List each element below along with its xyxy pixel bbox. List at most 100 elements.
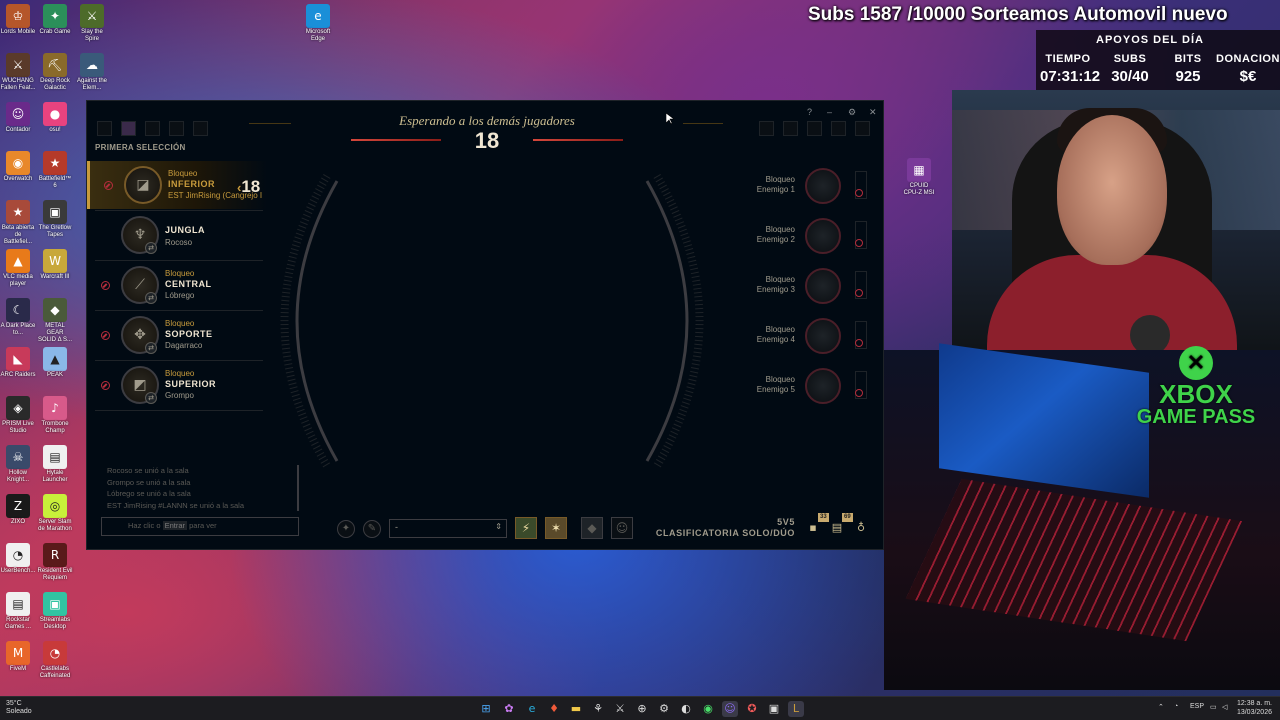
volume-icon[interactable]: ◁: [1222, 703, 1227, 711]
help-button[interactable]: ?: [807, 107, 812, 117]
desktop-icon[interactable]: e Microsoft Edge: [300, 4, 336, 43]
desktop-icon[interactable]: ▤ Hytale Launcher: [37, 445, 73, 484]
desktop-icon[interactable]: R Resident Evil Requiem: [37, 543, 73, 582]
ally-player-row[interactable]: ⟋ ⇄ Bloqueo CENTRAL Lóbrego: [87, 261, 267, 309]
desktop-icon[interactable]: W Warcraft III: [37, 249, 73, 281]
desktop-icon-cpuz[interactable]: ▦ CPUID CPU-Z MSI: [903, 158, 935, 197]
desktop-icon[interactable]: ☠ Hollow Knight...: [0, 445, 36, 484]
chrome-icon[interactable]: ◉: [700, 701, 716, 717]
summoner-spell-ghost-icon[interactable]: ⚡: [515, 517, 537, 539]
ally-player-row[interactable]: ♆ ⇄ JUNGLA Rocoso: [87, 211, 267, 259]
clock-time: 12:38 a. m.: [1236, 700, 1272, 707]
desktop-icon[interactable]: ◎ Server Slam de Marathon: [37, 494, 73, 533]
close-button[interactable]: ✕: [869, 107, 877, 118]
desktop-icon-label: Microsoft Edge: [305, 29, 331, 42]
settings-icon[interactable]: ⚙: [656, 701, 672, 717]
app-icon[interactable]: ◐: [678, 701, 694, 717]
discord-icon[interactable]: ☺: [722, 701, 738, 717]
brave-icon[interactable]: ♦: [546, 701, 562, 717]
microphone-icon[interactable]: ♁: [853, 520, 869, 536]
chat-scrollbar[interactable]: [297, 465, 299, 511]
webcam-feed: [952, 90, 1280, 350]
language-indicator[interactable]: ESP: [1190, 703, 1204, 710]
summoner-spell-flash-icon[interactable]: ✶: [545, 517, 567, 539]
chat-bubble-icon[interactable]: ▪: [805, 520, 821, 536]
stat-bits-header: BITS: [1174, 53, 1202, 65]
desktop-icon[interactable]: ▲ PEAK: [37, 347, 73, 379]
enemy-portrait: [805, 368, 841, 404]
desktop-icon[interactable]: ◈ PRISM Live Studio: [0, 396, 36, 435]
desktop-icon[interactable]: ♪ Trombone Champ: [37, 396, 73, 435]
ally-player-row[interactable]: ◩ ⇄ Bloqueo SUPERIOR Grompo: [87, 361, 267, 409]
desktop-icon[interactable]: ▣ The Gretlow Tapes: [37, 200, 73, 239]
desktop-icon[interactable]: ◣ ARC Raiders: [0, 347, 36, 379]
rune-page-select[interactable]: - ⇕: [389, 519, 507, 538]
app-icon: ●: [43, 102, 67, 126]
chat-input[interactable]: Haz clic o Entrar para ver: [101, 517, 299, 536]
stat-time: TIEMPO 07:31:12: [1040, 53, 1100, 85]
file-explorer-icon[interactable]: ▬: [568, 701, 584, 717]
desktop-icon[interactable]: ◆ METAL GEAR SOLID Δ S...: [37, 298, 73, 344]
enemy-player-row: Bloqueo Enemigo 1: [705, 161, 875, 209]
system-clock[interactable]: 12:38 a. m. 13/03/2026: [1237, 699, 1272, 717]
edge-icon[interactable]: e: [524, 701, 540, 717]
desktop-icon[interactable]: ⚔ WUCHANG Fallen Feat...: [0, 53, 36, 92]
minimize-button[interactable]: –: [827, 107, 832, 117]
tray-chevron-up-icon[interactable]: ⌃: [1158, 703, 1164, 711]
network-icon[interactable]: ▭: [1210, 703, 1217, 711]
app-icon[interactable]: ▣: [766, 701, 782, 717]
rune-page-icon[interactable]: ✦: [337, 520, 355, 538]
desktop-icon[interactable]: ▤ Rockstar Games ...: [0, 592, 36, 631]
desktop-icon-label: Crab Game: [39, 29, 71, 35]
app-icon[interactable]: ⊕: [634, 701, 650, 717]
role-glyph: ◩: [133, 377, 147, 393]
desktop-icon[interactable]: ▲ VLC media player: [0, 249, 36, 288]
desktop-icon[interactable]: ◉ Overwatch: [0, 151, 36, 183]
desktop-icon[interactable]: ▣ Streamlabs Desktop: [37, 592, 73, 631]
app-icon: W: [43, 249, 67, 273]
desktop-icon[interactable]: ✦ Crab Game: [37, 4, 73, 36]
riot-icon[interactable]: ✪: [744, 701, 760, 717]
desktop-icon[interactable]: ♔ Lords Mobile: [0, 4, 36, 36]
ally-player-row[interactable]: ✥ ⇄ Bloqueo SOPORTE Dagarraco: [87, 311, 267, 359]
desktop-icon[interactable]: ⛏ Deep Rock Galactic: [37, 53, 73, 92]
swap-icon[interactable]: ⇄: [145, 342, 157, 354]
desktop-icon[interactable]: ☾ A Dark Place to...: [0, 298, 36, 337]
steam-icon[interactable]: ⚘: [590, 701, 606, 717]
tray-icon[interactable]: ◔: [1174, 703, 1178, 710]
start-menu-icon[interactable]: ⊞: [478, 701, 494, 717]
desktop-icon[interactable]: ◔ Castlelabs Caffeinated: [37, 641, 73, 680]
swap-icon[interactable]: ⇄: [145, 292, 157, 304]
desktop-icon[interactable]: ◔ UserBench...: [0, 543, 36, 575]
league-client-icon[interactable]: L: [788, 701, 804, 717]
weather-widget[interactable]: 35°C Soleado: [6, 700, 32, 716]
role-glyph: ⟋: [135, 277, 145, 293]
copilot-icon[interactable]: ✿: [501, 701, 517, 717]
app-icon[interactable]: ⚔: [612, 701, 628, 717]
desktop-icon[interactable]: ★ Battlefield™ 6: [37, 151, 73, 190]
swap-icon[interactable]: ⇄: [145, 242, 157, 254]
desktop-icon[interactable]: ★ Beta abierta de Battlefiel...: [0, 200, 36, 246]
desktop-icon-label: Hytale Launcher: [42, 470, 68, 483]
row-divider: [95, 410, 263, 411]
desktop-icon[interactable]: Z ZIXO: [0, 494, 36, 526]
desktop-icon[interactable]: ☁ Against the Elem...: [74, 53, 110, 92]
desktop-icon[interactable]: ● osu!: [37, 102, 73, 134]
desktop-icon[interactable]: ☺ Contador: [0, 102, 36, 134]
chat-enter-key: Entrar: [162, 521, 188, 530]
settings-gear-icon[interactable]: ⚙: [848, 107, 856, 118]
app-icon: ◎: [43, 494, 67, 518]
desktop-icon-label: Contador: [5, 127, 31, 133]
swap-icon[interactable]: ⇄: [145, 392, 157, 404]
desktop-icon[interactable]: ⚔ Slay the Spire: [74, 4, 110, 43]
edit-runes-icon[interactable]: ✎: [363, 520, 381, 538]
ward-skin-icon[interactable]: ◆: [581, 517, 603, 539]
emote-icon[interactable]: ☺: [611, 517, 633, 539]
desktop-icon-label: Server Slam de Marathon: [38, 519, 72, 532]
notification-badge: 69: [842, 513, 853, 522]
enemy-ban-slot: [783, 121, 798, 136]
app-icon: Z: [6, 494, 30, 518]
mouse-cursor-icon: [666, 113, 674, 125]
loot-icon[interactable]: ▤: [829, 520, 845, 536]
desktop-icon[interactable]: M FiveM: [0, 641, 36, 673]
